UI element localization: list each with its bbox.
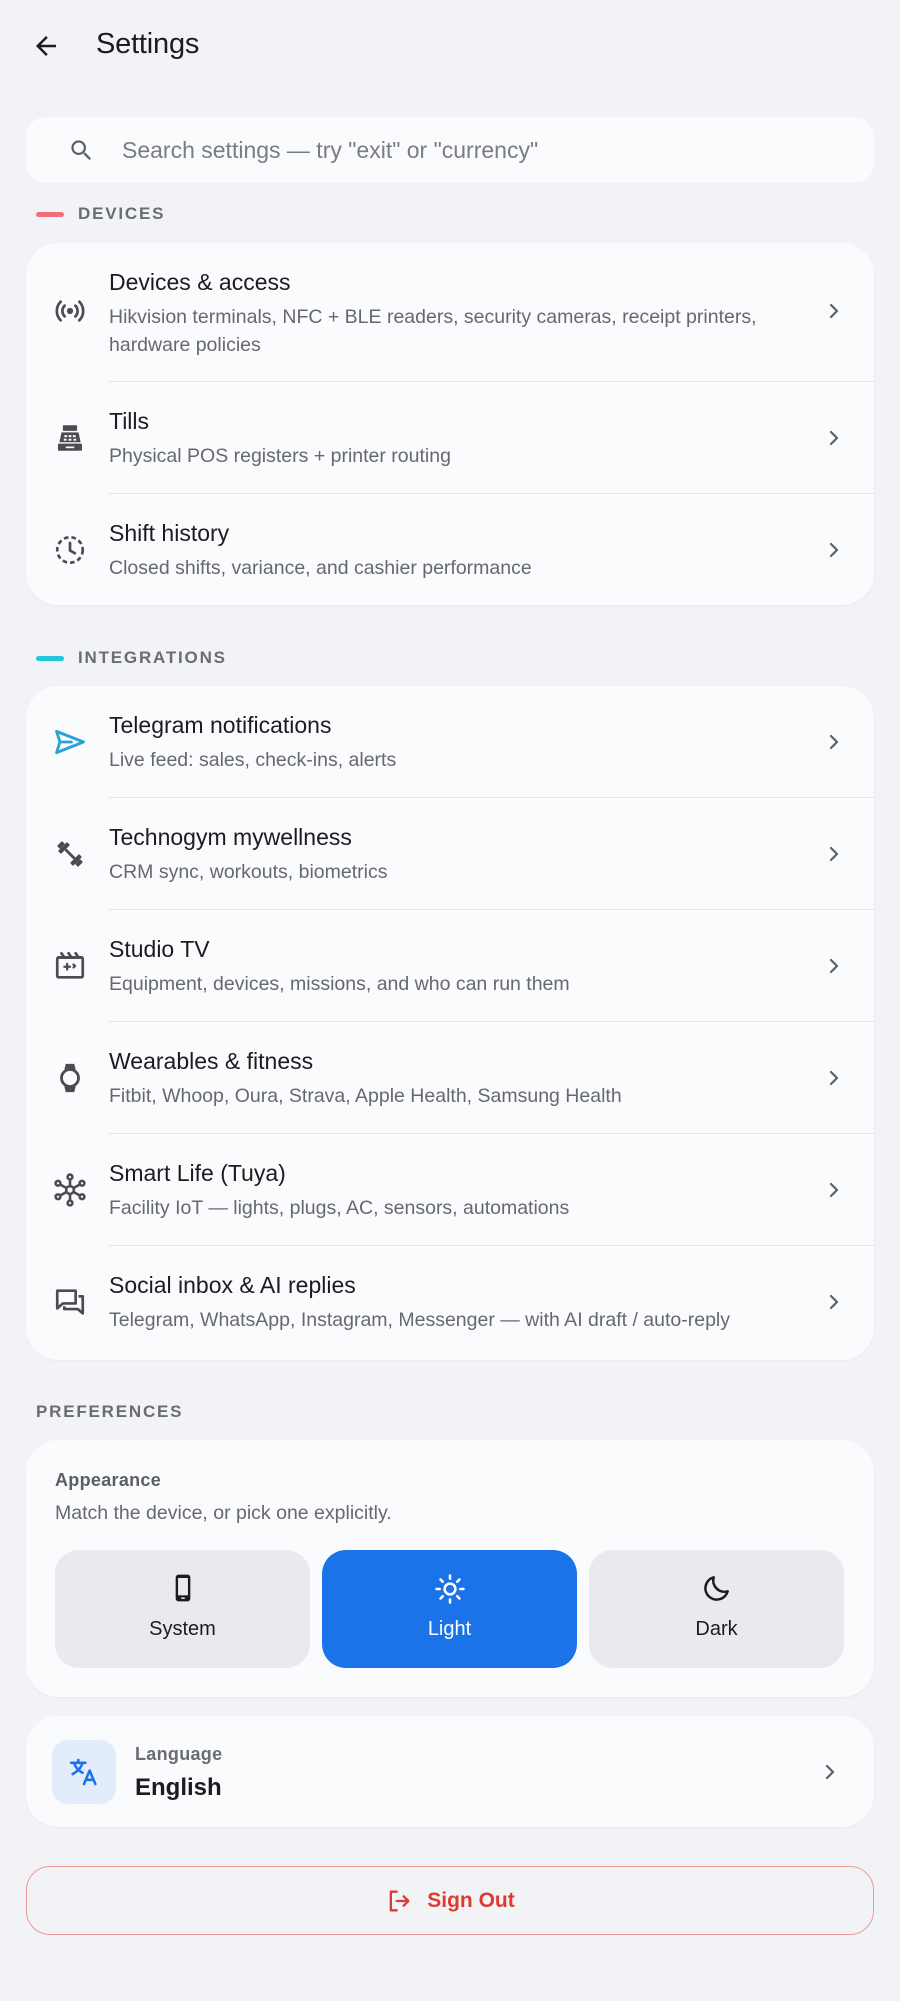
- sign-out-label: Sign Out: [427, 1888, 515, 1912]
- settings-row-tills[interactable]: Tills Physical POS registers + printer r…: [26, 382, 874, 494]
- language-row[interactable]: Language English: [26, 1716, 874, 1827]
- section-header-preferences: PREFERENCES: [36, 1402, 184, 1421]
- logout-icon: [385, 1887, 413, 1915]
- translate-icon: [52, 1740, 116, 1804]
- row-subtitle: CRM sync, workouts, biometrics: [109, 861, 388, 883]
- dumbbell-icon: [50, 834, 90, 874]
- row-title: Smart Life (Tuya): [109, 1160, 286, 1186]
- section-label: DEVICES: [78, 204, 166, 223]
- devices-card: Devices & access Hikvision terminals, NF…: [26, 243, 874, 605]
- settings-row-telegram[interactable]: Telegram notifications Live feed: sales,…: [26, 686, 874, 798]
- row-title: Telegram notifications: [109, 712, 332, 738]
- theme-option-light[interactable]: Light: [322, 1550, 577, 1668]
- chevron-right-icon: [822, 299, 846, 323]
- row-subtitle: Physical POS registers + printer routing: [109, 445, 451, 467]
- row-title: Shift history: [109, 520, 230, 546]
- send-icon: [50, 722, 90, 762]
- sun-icon: [322, 1572, 577, 1606]
- row-title: Wearables & fitness: [109, 1048, 314, 1074]
- integrations-card: Telegram notifications Live feed: sales,…: [26, 686, 874, 1360]
- settings-row-smart-life[interactable]: Smart Life (Tuya) Facility IoT — lights,…: [26, 1134, 874, 1246]
- row-subtitle: Fitbit, Whoop, Oura, Strava, Apple Healt…: [109, 1085, 622, 1107]
- theme-option-label: Light: [427, 1618, 472, 1640]
- settings-row-studio-tv[interactable]: Studio TV Equipment, devices, missions, …: [26, 910, 874, 1022]
- search-input[interactable]: [122, 117, 852, 183]
- search-icon: [71, 140, 92, 161]
- chevron-right-icon: [822, 954, 846, 978]
- section-label: INTEGRATIONS: [78, 648, 227, 667]
- row-subtitle: Telegram, WhatsApp, Instagram, Messenger…: [109, 1309, 731, 1331]
- smartwatch-icon: [50, 1058, 90, 1098]
- section-accent-bar: [36, 211, 64, 217]
- section-header-devices: DEVICES: [36, 204, 165, 224]
- theme-option-label: System: [149, 1618, 216, 1640]
- theme-option-system[interactable]: System: [55, 1550, 310, 1668]
- chevron-right-icon: [822, 426, 846, 450]
- appearance-card: Appearance Match the device, or pick one…: [26, 1440, 874, 1697]
- settings-row-social-inbox[interactable]: Social inbox & AI replies Telegram, What…: [26, 1246, 874, 1358]
- appearance-description: Match the device, or pick one explicitly…: [55, 1502, 392, 1524]
- appearance-label: Appearance: [55, 1470, 162, 1490]
- chevron-right-icon: [822, 842, 846, 866]
- chevron-right-icon: [822, 1066, 846, 1090]
- chevron-right-icon: [822, 1290, 846, 1314]
- row-title: Tills: [109, 408, 150, 434]
- settings-row-devices-access[interactable]: Devices & access Hikvision terminals, NF…: [26, 243, 874, 382]
- hub-icon: [50, 1170, 90, 1210]
- search-bar[interactable]: [26, 117, 874, 183]
- row-title: Technogym mywellness: [109, 824, 352, 850]
- section-accent-bar: [36, 655, 64, 661]
- history-clock-icon: [50, 530, 90, 570]
- sign-out-button[interactable]: Sign Out: [26, 1866, 874, 1935]
- section-header-integrations: INTEGRATIONS: [36, 648, 227, 668]
- row-subtitle: Hikvision terminals, NFC + BLE readers, …: [109, 306, 757, 356]
- row-subtitle: Facility IoT — lights, plugs, AC, sensor…: [109, 1197, 570, 1219]
- phone-icon: [55, 1572, 310, 1604]
- chevron-right-icon: [822, 538, 846, 562]
- row-subtitle: Equipment, devices, missions, and who ca…: [109, 973, 570, 995]
- chevron-right-icon: [818, 1760, 842, 1789]
- settings-row-technogym[interactable]: Technogym mywellness CRM sync, workouts,…: [26, 798, 874, 910]
- language-value: English: [135, 1774, 222, 1801]
- arrow-left-icon: [36, 36, 56, 56]
- theme-option-dark[interactable]: Dark: [589, 1550, 844, 1668]
- settings-row-wearables[interactable]: Wearables & fitness Fitbit, Whoop, Oura,…: [26, 1022, 874, 1134]
- page-title: Settings: [96, 28, 200, 60]
- language-label: Language: [135, 1744, 223, 1764]
- row-title: Studio TV: [109, 936, 210, 962]
- moon-icon: [589, 1572, 844, 1604]
- forum-icon: [50, 1282, 90, 1322]
- back-button[interactable]: [26, 26, 66, 66]
- chevron-right-icon: [822, 730, 846, 754]
- row-subtitle: Live feed: sales, check-ins, alerts: [109, 749, 397, 771]
- app-header: Settings: [0, 0, 900, 90]
- nfc-signal-icon: [50, 291, 90, 331]
- movie-clapper-icon: [50, 946, 90, 986]
- row-title: Social inbox & AI replies: [109, 1272, 356, 1298]
- chevron-right-icon: [822, 1178, 846, 1202]
- row-subtitle: Closed shifts, variance, and cashier per…: [109, 557, 532, 579]
- cash-register-icon: [50, 418, 90, 458]
- settings-row-shift-history[interactable]: Shift history Closed shifts, variance, a…: [26, 494, 874, 605]
- theme-option-label: Dark: [695, 1618, 738, 1640]
- row-title: Devices & access: [109, 269, 291, 295]
